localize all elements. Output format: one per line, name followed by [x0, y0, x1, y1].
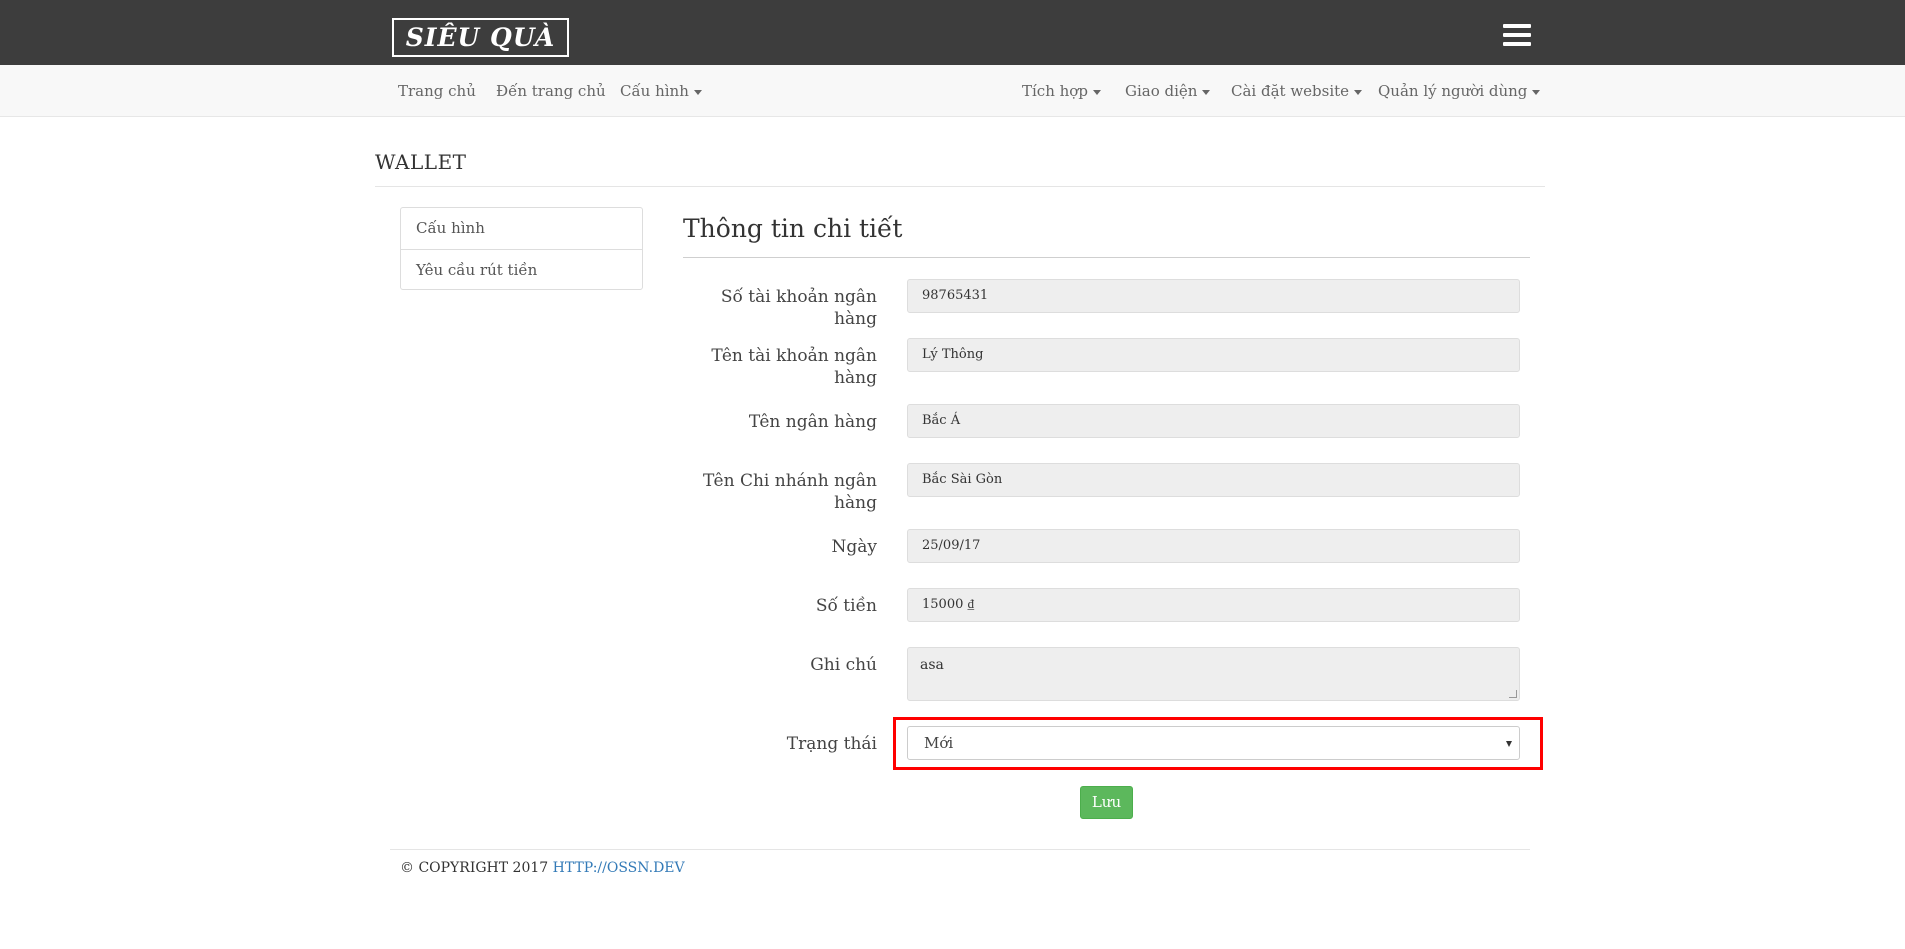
top-header: SIÊU QUÀ	[0, 0, 1905, 65]
resize-handle-icon[interactable]	[1509, 690, 1517, 698]
nav-go-to-homepage[interactable]: Đến trang chủ	[496, 65, 606, 117]
note-textarea[interactable]: asa	[907, 647, 1520, 701]
caret-down-icon	[1202, 89, 1211, 95]
form-title: Thông tin chi tiết	[683, 214, 903, 243]
nav-website-settings-dropdown[interactable]: Cài đặt website	[1231, 65, 1363, 117]
footer: © COPYRIGHT 2017 HTTP://OSSN.DEV	[400, 860, 685, 876]
status-select[interactable]: Mới	[907, 726, 1520, 760]
dropdown-arrow-icon	[1506, 741, 1512, 747]
main-navbar: Trang chủ Đến trang chủ Cấu hình Tích hợ…	[0, 65, 1905, 117]
date-label: Ngày	[831, 537, 878, 557]
nav-home[interactable]: Trang chủ	[398, 65, 476, 117]
nav-theme-dropdown[interactable]: Giao diện	[1125, 65, 1211, 117]
caret-down-icon	[1532, 89, 1541, 95]
bank-account-number-label: Số tài khoản ngân hàng	[720, 287, 877, 329]
form-title-divider	[683, 257, 1530, 258]
site-logo[interactable]: SIÊU QUÀ	[392, 18, 569, 57]
footer-link[interactable]: HTTP://OSSN.DEV	[553, 860, 685, 876]
hamburger-menu-icon[interactable]	[1503, 24, 1531, 48]
caret-down-icon	[1092, 89, 1101, 95]
footer-divider	[390, 849, 1530, 850]
caret-down-icon	[693, 89, 702, 95]
branch-name-label: Tên Chi nhánh ngân hàng	[703, 471, 877, 513]
amount-label: Số tiền	[815, 596, 877, 616]
amount-field[interactable]: 15000 ₫	[907, 588, 1520, 622]
sidebar-item-withdraw-requests[interactable]: Yêu cầu rút tiền	[401, 249, 642, 290]
date-field[interactable]: 25/09/17	[907, 529, 1520, 563]
bank-name-field[interactable]: Bắc Á	[907, 404, 1520, 438]
status-label: Trạng thái	[786, 734, 877, 754]
bank-account-name-label: Tên tài khoản ngân hàng	[711, 346, 877, 388]
caret-down-icon	[1354, 89, 1363, 95]
note-label: Ghi chú	[810, 655, 877, 675]
bank-account-number-field[interactable]: 98765431	[907, 279, 1520, 313]
nav-user-management-dropdown[interactable]: Quản lý người dùng	[1378, 65, 1541, 117]
copyright-text: © COPYRIGHT 2017	[400, 860, 549, 876]
page-title-divider	[375, 186, 1545, 187]
branch-name-field[interactable]: Bắc Sài Gòn	[907, 463, 1520, 497]
bank-account-name-field[interactable]: Lý Thông	[907, 338, 1520, 372]
nav-config-dropdown[interactable]: Cấu hình	[620, 65, 702, 117]
sidebar-item-config[interactable]: Cấu hình	[401, 208, 642, 249]
wallet-sidebar: Cấu hình Yêu cầu rút tiền	[400, 207, 643, 290]
page-title: WALLET	[375, 150, 467, 174]
bank-name-label: Tên ngân hàng	[748, 412, 877, 432]
save-button[interactable]: Lưu	[1080, 786, 1133, 819]
nav-integration-dropdown[interactable]: Tích hợp	[1022, 65, 1101, 117]
